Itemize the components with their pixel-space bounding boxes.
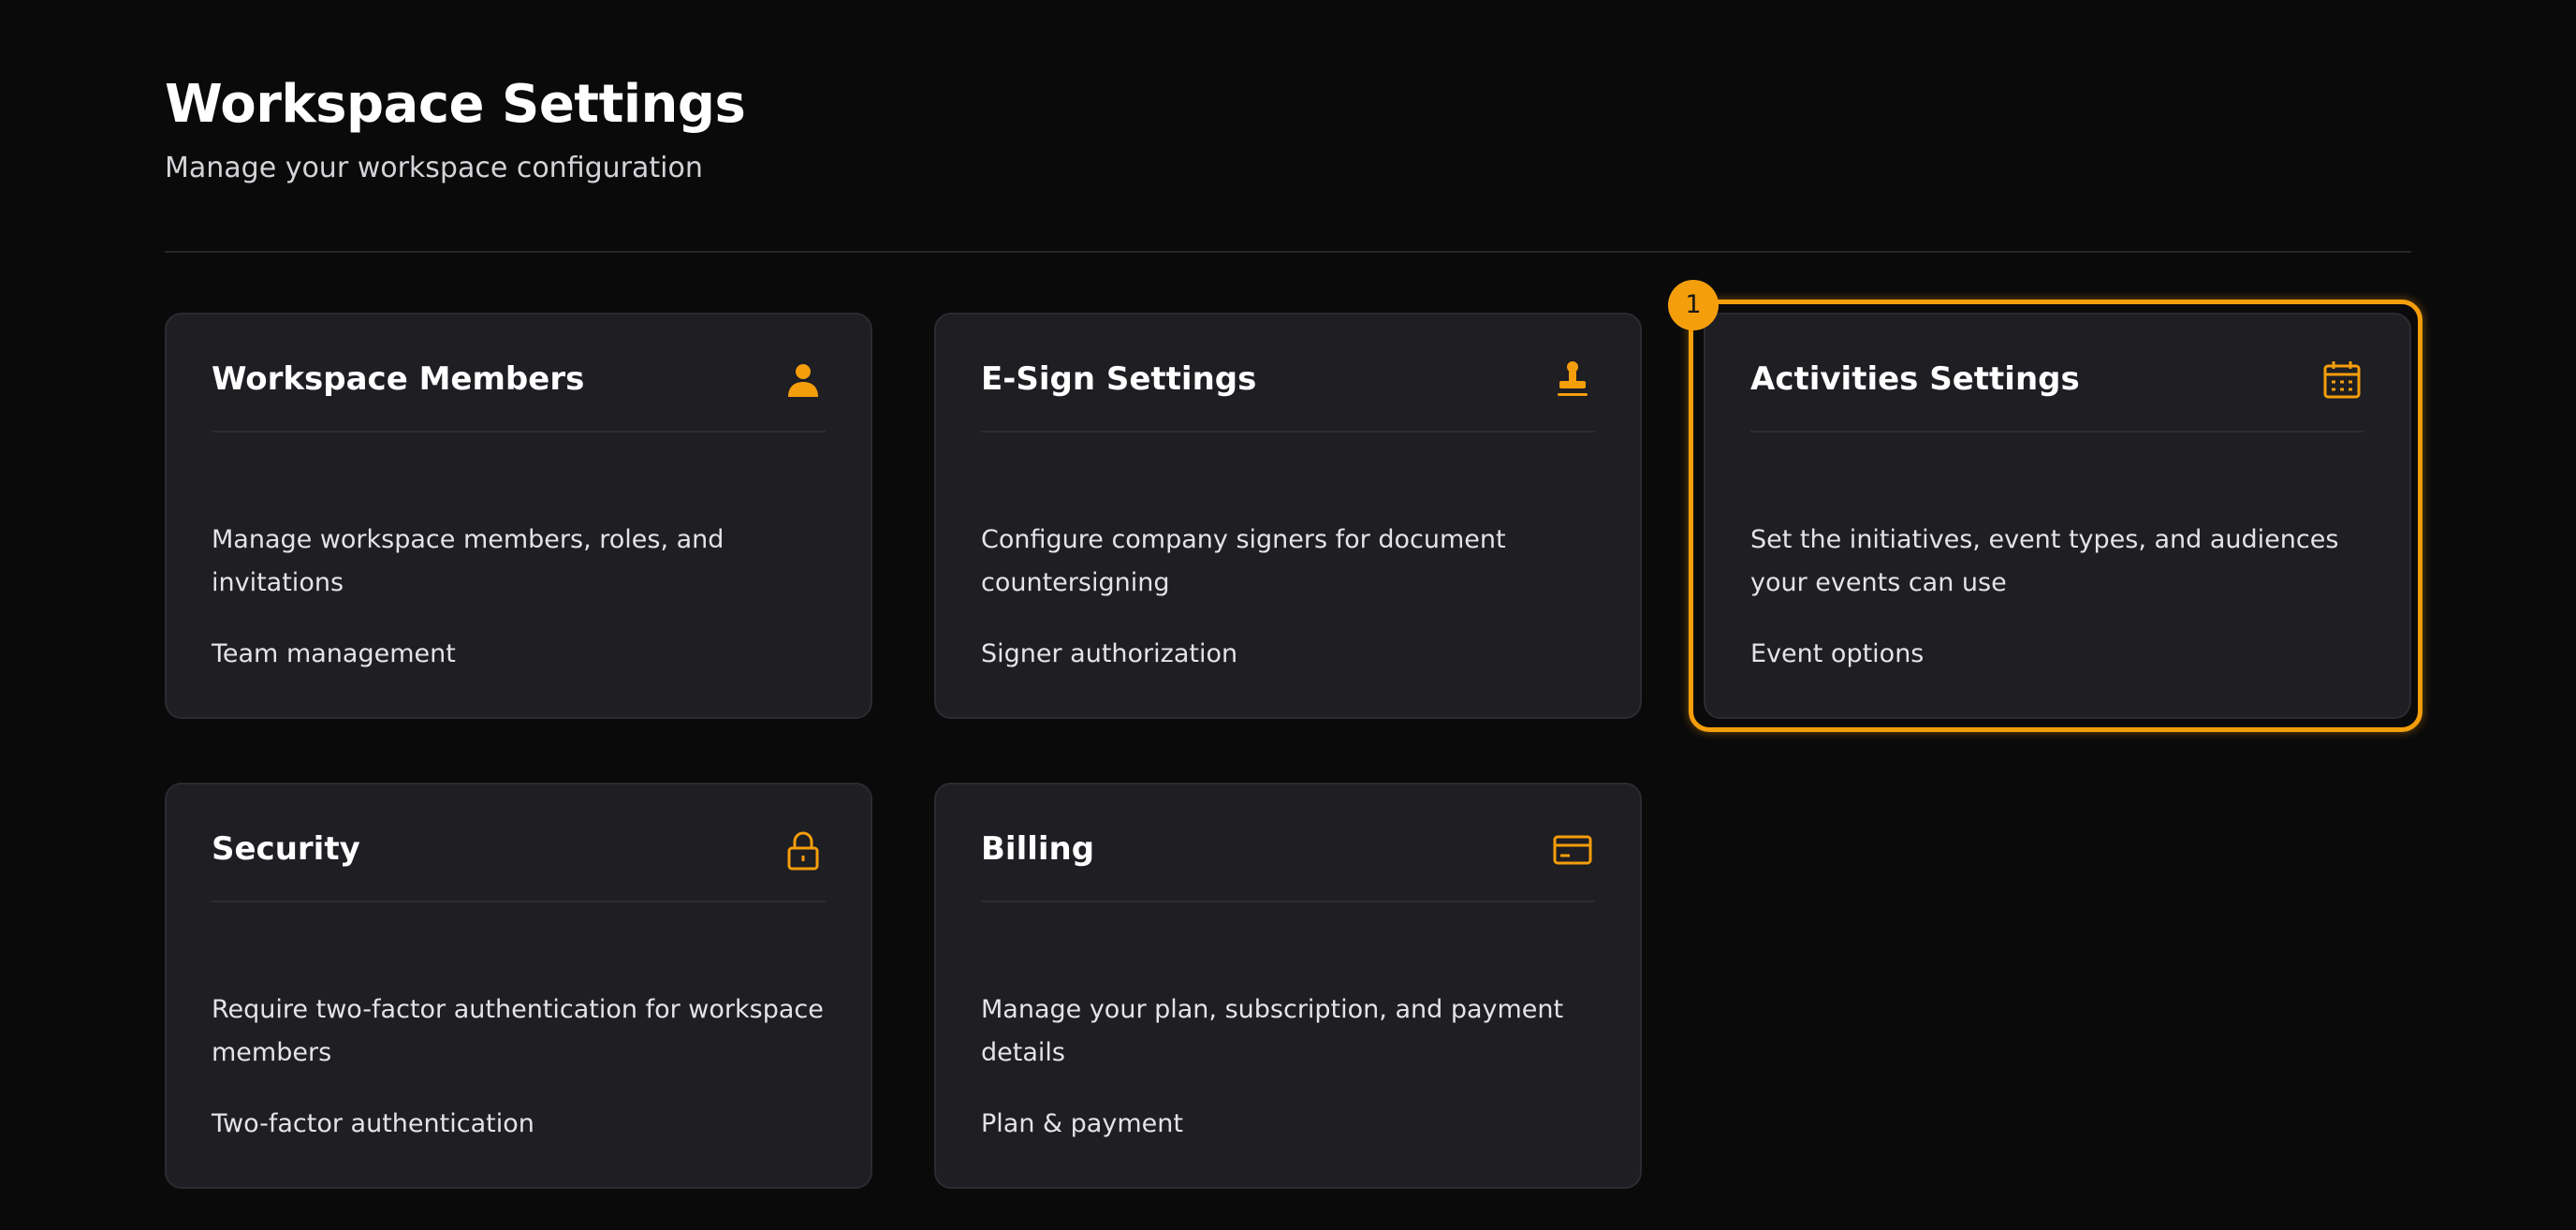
card-description: Configure company signers for document c… <box>981 525 1506 597</box>
activities-settings-card[interactable]: Activities Settings Set the initiatives,… <box>1704 313 2411 719</box>
card-description-block: Manage workspace members, roles, and inv… <box>212 519 826 676</box>
billing-card[interactable]: Billing Manage your plan, subscription, … <box>934 783 1642 1189</box>
card-header: Billing <box>981 826 1595 902</box>
credit-card-icon <box>1550 827 1595 872</box>
workspace-members-card[interactable]: Workspace Members Manage workspace membe… <box>165 313 872 719</box>
card-description: Require two-factor authentication for wo… <box>212 995 824 1067</box>
card-header: Security <box>212 826 826 902</box>
page-subtitle: Manage your workspace configuration <box>165 152 703 184</box>
card-description: Set the initiatives, event types, and au… <box>1750 525 2339 597</box>
page-header: Workspace Settings Manage your workspace… <box>165 66 2411 189</box>
header-divider <box>165 251 2411 253</box>
card-title: E-Sign Settings <box>981 360 1257 398</box>
card-header: Workspace Members <box>212 356 826 432</box>
card-tag: Plan & payment <box>981 1109 1183 1138</box>
lock-icon <box>781 827 826 872</box>
page-title: Workspace Settings <box>165 74 746 135</box>
card-tag: Signer authorization <box>981 639 1238 668</box>
security-card[interactable]: Security Require two-factor authenticati… <box>165 783 872 1189</box>
card-tag: Event options <box>1750 639 1925 668</box>
stamp-icon <box>1550 358 1595 403</box>
user-icon <box>781 358 826 403</box>
card-description-block: Require two-factor authentication for wo… <box>212 988 826 1146</box>
e-sign-settings-card[interactable]: E-Sign Settings Configure company signer… <box>934 313 1642 719</box>
card-header: E-Sign Settings <box>981 356 1595 432</box>
card-title: Billing <box>981 830 1095 868</box>
card-description: Manage your plan, subscription, and paym… <box>981 995 1564 1067</box>
card-description-block: Manage your plan, subscription, and paym… <box>981 988 1595 1146</box>
workspace-settings-page: Workspace Settings Manage your workspace… <box>0 0 2576 1230</box>
calendar-icon <box>2320 358 2364 403</box>
highlight-badge: 1 <box>1668 280 1719 330</box>
card-header: Activities Settings <box>1750 356 2364 432</box>
card-title: Activities Settings <box>1750 360 2080 398</box>
card-title: Security <box>212 830 360 868</box>
card-tag: Team management <box>212 639 456 668</box>
card-description: Manage workspace members, roles, and inv… <box>212 525 724 597</box>
card-description-block: Configure company signers for document c… <box>981 519 1595 676</box>
card-tag: Two-factor authentication <box>212 1109 534 1138</box>
card-title: Workspace Members <box>212 360 585 398</box>
card-description-block: Set the initiatives, event types, and au… <box>1750 519 2364 676</box>
